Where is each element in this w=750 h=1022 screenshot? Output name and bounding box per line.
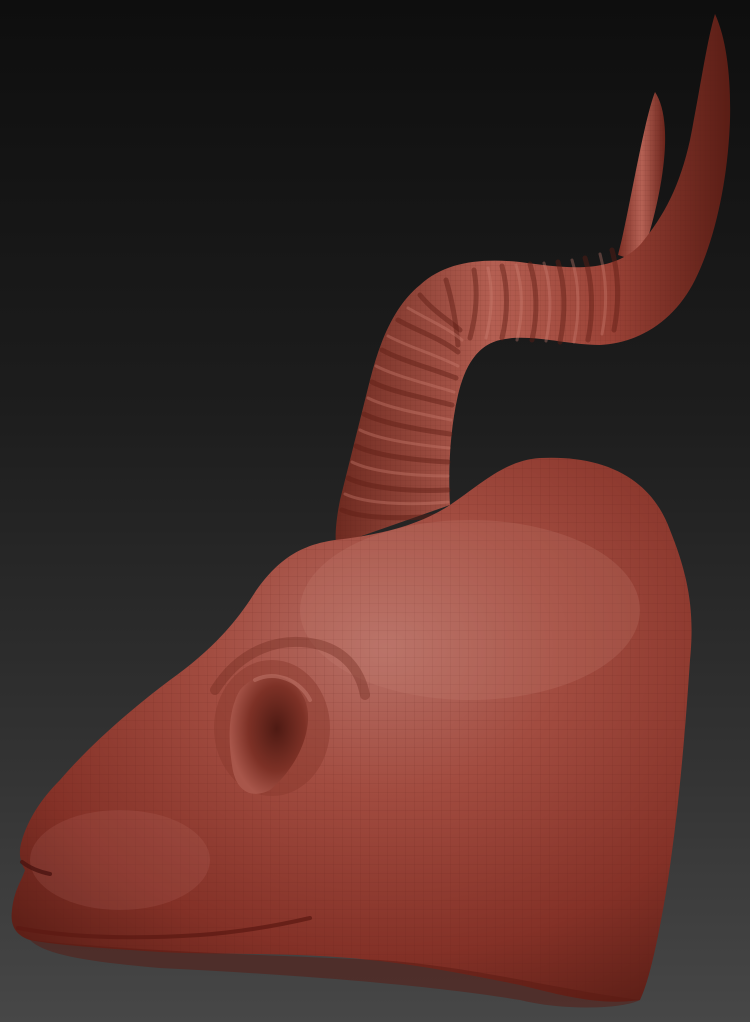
sculpt-viewport[interactable] bbox=[0, 0, 750, 1022]
model-canvas[interactable] bbox=[0, 0, 750, 1022]
head-mesh[interactable] bbox=[11, 457, 692, 1008]
eye-socket[interactable] bbox=[214, 660, 330, 796]
